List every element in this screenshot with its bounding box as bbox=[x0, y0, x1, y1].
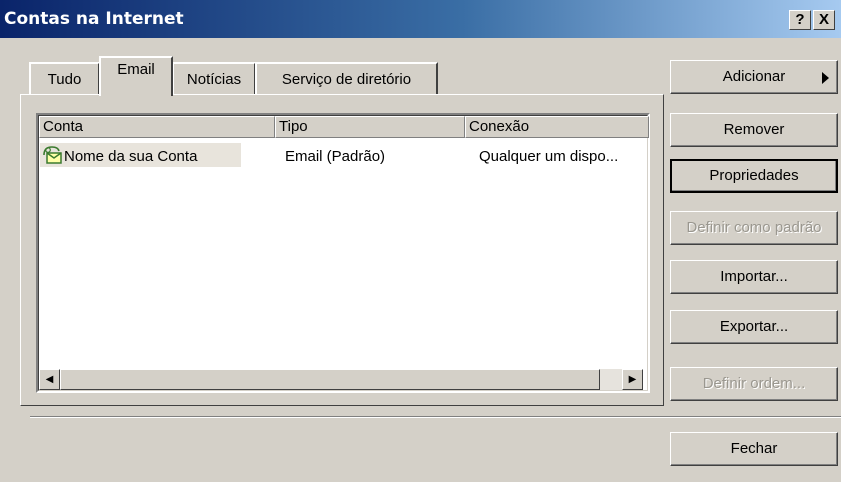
cell-conta: Nome da sua Conta bbox=[64, 148, 198, 165]
adicionar-button[interactable]: Adicionar bbox=[670, 60, 838, 94]
close-button[interactable]: X bbox=[813, 10, 835, 30]
scroll-right-button[interactable]: ▶ bbox=[622, 369, 643, 390]
column-header-conta[interactable]: Conta bbox=[39, 116, 275, 138]
cell-tipo: Email (Padrão) bbox=[285, 148, 386, 165]
definir-ordem-button[interactable]: Definir ordem... bbox=[670, 367, 838, 401]
scroll-thumb[interactable] bbox=[60, 369, 600, 390]
tab-noticias[interactable]: Notícias bbox=[172, 62, 256, 95]
exportar-button[interactable]: Exportar... bbox=[670, 310, 838, 344]
tab-tudo[interactable]: Tudo bbox=[29, 62, 100, 95]
tab-email[interactable]: Email bbox=[99, 56, 173, 96]
tab-servico-diretorio[interactable]: Serviço de diretório bbox=[255, 62, 438, 95]
separator bbox=[30, 416, 841, 418]
mail-account-icon bbox=[43, 146, 62, 164]
cell-conexao: Qualquer um dispo... bbox=[479, 148, 619, 165]
column-header-tipo[interactable]: Tipo bbox=[275, 116, 465, 138]
title-bar: Contas na Internet ? X bbox=[0, 0, 841, 38]
horizontal-scrollbar[interactable]: ◀ ▶ bbox=[39, 369, 643, 390]
importar-button[interactable]: Importar... bbox=[670, 260, 838, 294]
scroll-left-button[interactable]: ◀ bbox=[39, 369, 60, 390]
definir-padrao-button[interactable]: Definir como padrão bbox=[670, 211, 838, 245]
fechar-button[interactable]: Fechar bbox=[670, 432, 838, 466]
column-header-conexao[interactable]: Conexão bbox=[465, 116, 649, 138]
propriedades-button[interactable]: Propriedades bbox=[670, 159, 838, 193]
help-button[interactable]: ? bbox=[789, 10, 811, 30]
arrow-right-icon bbox=[822, 72, 829, 84]
window-title: Contas na Internet bbox=[4, 9, 184, 29]
remover-button[interactable]: Remover bbox=[670, 113, 838, 147]
